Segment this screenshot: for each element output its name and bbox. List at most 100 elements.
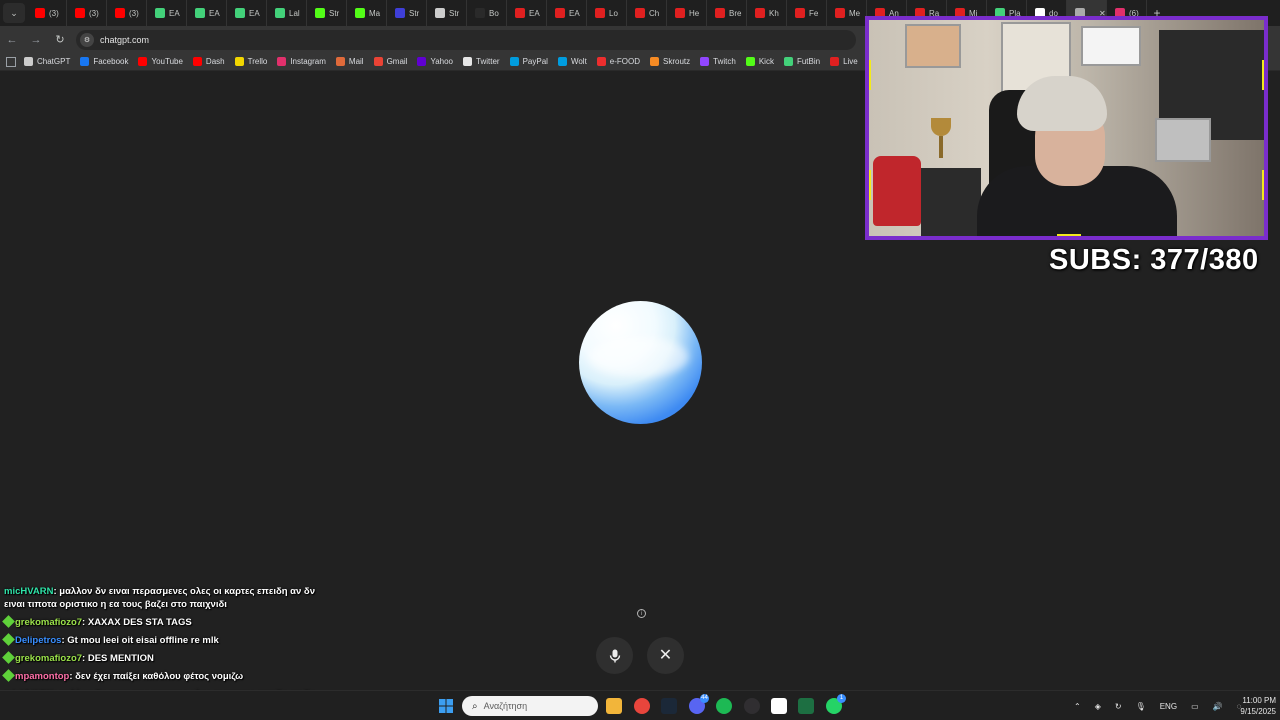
- chat-text: XAXAX DES STA TAGS: [87, 617, 192, 628]
- browser-tab[interactable]: (3): [27, 0, 67, 26]
- apps-grid-icon[interactable]: [6, 56, 16, 67]
- bookmark-item[interactable]: Twitter: [459, 54, 506, 70]
- forward-button[interactable]: →: [24, 28, 48, 52]
- webcam-feed: [865, 16, 1268, 240]
- kick-icon: [355, 8, 365, 18]
- tab-title: Str: [449, 8, 460, 18]
- ea-icon: [555, 8, 565, 18]
- browser-tab[interactable]: Str: [307, 0, 347, 26]
- bookmark-item[interactable]: ChatGPT: [20, 54, 76, 70]
- end-voice-button[interactable]: ✕: [647, 637, 684, 674]
- tab-search-button[interactable]: ⌄: [3, 3, 25, 23]
- chat-message: micHVARN: μαλλον δν ειναι περασμενες ολε…: [4, 586, 315, 610]
- language-indicator[interactable]: ENG: [1160, 702, 1177, 711]
- tab-title: Bre: [729, 8, 742, 18]
- sync-icon[interactable]: ↻: [1115, 702, 1122, 711]
- bookmark-label: FutBin: [796, 57, 821, 66]
- taskbar: ⌕ Αναζήτηση 44 1 ⌃ ◈ ↻ 🎙 ENG ▭ 🔊 ◌ 11:00 …: [0, 690, 1280, 720]
- subscriber-badge-icon: [2, 669, 15, 682]
- display-icon[interactable]: ▭: [1191, 702, 1199, 711]
- browser-tab[interactable]: Ch: [627, 0, 667, 26]
- blank-icon: [475, 8, 485, 18]
- bookmark-item[interactable]: Mail: [332, 54, 370, 70]
- browser-tab[interactable]: Bo: [467, 0, 507, 26]
- browser-tab[interactable]: Fe: [787, 0, 827, 26]
- capcut-icon[interactable]: [771, 698, 787, 714]
- browser-tab[interactable]: Str: [387, 0, 427, 26]
- browser-tab[interactable]: EA: [507, 0, 547, 26]
- subscriber-badge-icon: [2, 651, 15, 664]
- browser-tab[interactable]: (3): [107, 0, 147, 26]
- back-button[interactable]: ←: [0, 28, 24, 52]
- file-explorer-icon[interactable]: [606, 698, 622, 714]
- bookmark-label: PayPal: [522, 57, 548, 66]
- reload-button[interactable]: ↻: [48, 28, 72, 52]
- close-icon: ✕: [658, 646, 673, 664]
- ea-icon: [635, 8, 645, 18]
- discord-icon[interactable]: 44: [689, 694, 709, 714]
- youtube-icon: [192, 57, 202, 66]
- football-jersey: [873, 156, 921, 226]
- browser-tab[interactable]: Me: [827, 0, 867, 26]
- browser-tab[interactable]: Lo: [587, 0, 627, 26]
- search-icon: ⌕: [472, 700, 478, 712]
- bookmark-label: Instagram: [290, 57, 326, 66]
- bookmark-item[interactable]: Facebook: [76, 54, 134, 70]
- gmail-icon: [373, 57, 383, 66]
- bookmark-label: Live: [843, 57, 858, 66]
- tab-title: EA: [529, 8, 540, 18]
- chevron-up-icon[interactable]: ⌃: [1074, 702, 1081, 711]
- tab-title: EA: [569, 8, 580, 18]
- bookmark-item[interactable]: Twitch: [696, 54, 742, 70]
- bookmark-item[interactable]: Gmail: [370, 54, 414, 70]
- excel-icon[interactable]: [798, 698, 814, 714]
- browser-tab[interactable]: EA: [187, 0, 227, 26]
- bookmark-item[interactable]: PayPal: [506, 54, 554, 70]
- bookmark-item[interactable]: e-FOOD: [593, 54, 646, 70]
- browser-tab[interactable]: EA: [547, 0, 587, 26]
- site-info-icon[interactable]: ⚙: [80, 32, 94, 47]
- whatsapp-icon[interactable]: 1: [826, 694, 846, 714]
- microphone-tray-icon[interactable]: 🎙: [1136, 702, 1146, 711]
- steam-tray-icon[interactable]: ◈: [1095, 702, 1101, 711]
- bookmark-label: ChatGPT: [37, 57, 71, 66]
- steam-icon[interactable]: [661, 698, 677, 714]
- browser-tab[interactable]: EA: [227, 0, 267, 26]
- tab-title: Fe: [809, 8, 819, 18]
- bookmark-item[interactable]: Yahoo: [413, 54, 459, 70]
- tab-title: Str: [329, 8, 340, 18]
- volume-icon[interactable]: 🔊: [1213, 702, 1223, 711]
- clock[interactable]: 11:00 PM 9/15/2025: [1226, 695, 1276, 717]
- bookmark-item[interactable]: Trello: [231, 54, 274, 70]
- browser-tab[interactable]: Lal: [267, 0, 307, 26]
- bookmark-label: Yahoo: [430, 57, 454, 66]
- bookmark-item[interactable]: Dash: [189, 54, 231, 70]
- futbin-icon: [275, 8, 285, 18]
- taskbar-search-input[interactable]: ⌕ Αναζήτηση: [462, 696, 598, 716]
- browser-tab[interactable]: Kh: [747, 0, 787, 26]
- bookmark-item[interactable]: Skroutz: [646, 54, 696, 70]
- browser-tab[interactable]: (3): [67, 0, 107, 26]
- mic-button[interactable]: [596, 637, 633, 674]
- frame-accent: [1262, 60, 1264, 90]
- address-bar[interactable]: ⚙ chatgpt.com: [76, 29, 856, 50]
- spotify-icon[interactable]: [716, 698, 732, 714]
- windows-start-icon[interactable]: [438, 698, 454, 714]
- browser-tab[interactable]: He: [667, 0, 707, 26]
- info-icon[interactable]: i: [637, 609, 646, 618]
- obs-icon[interactable]: [744, 698, 760, 714]
- bookmark-item[interactable]: YouTube: [134, 54, 188, 70]
- chrome-icon[interactable]: [634, 698, 650, 714]
- browser-tab[interactable]: Ma: [347, 0, 387, 26]
- bookmark-item[interactable]: Kick: [742, 54, 780, 70]
- subscriber-badge-icon: [2, 633, 15, 646]
- bookmark-label: Twitter: [476, 57, 500, 66]
- browser-tab[interactable]: Str: [427, 0, 467, 26]
- bookmark-item[interactable]: Wolt: [554, 54, 593, 70]
- browser-tab[interactable]: EA: [147, 0, 187, 26]
- bookmark-item[interactable]: Live: [826, 54, 864, 70]
- bookmark-item[interactable]: Instagram: [273, 54, 332, 70]
- browser-tab[interactable]: Bre: [707, 0, 747, 26]
- bookmark-item[interactable]: FutBin: [780, 54, 826, 70]
- chat-message: mpamontop: δεν έχει παίξει καθόλου φέτος…: [2, 669, 324, 683]
